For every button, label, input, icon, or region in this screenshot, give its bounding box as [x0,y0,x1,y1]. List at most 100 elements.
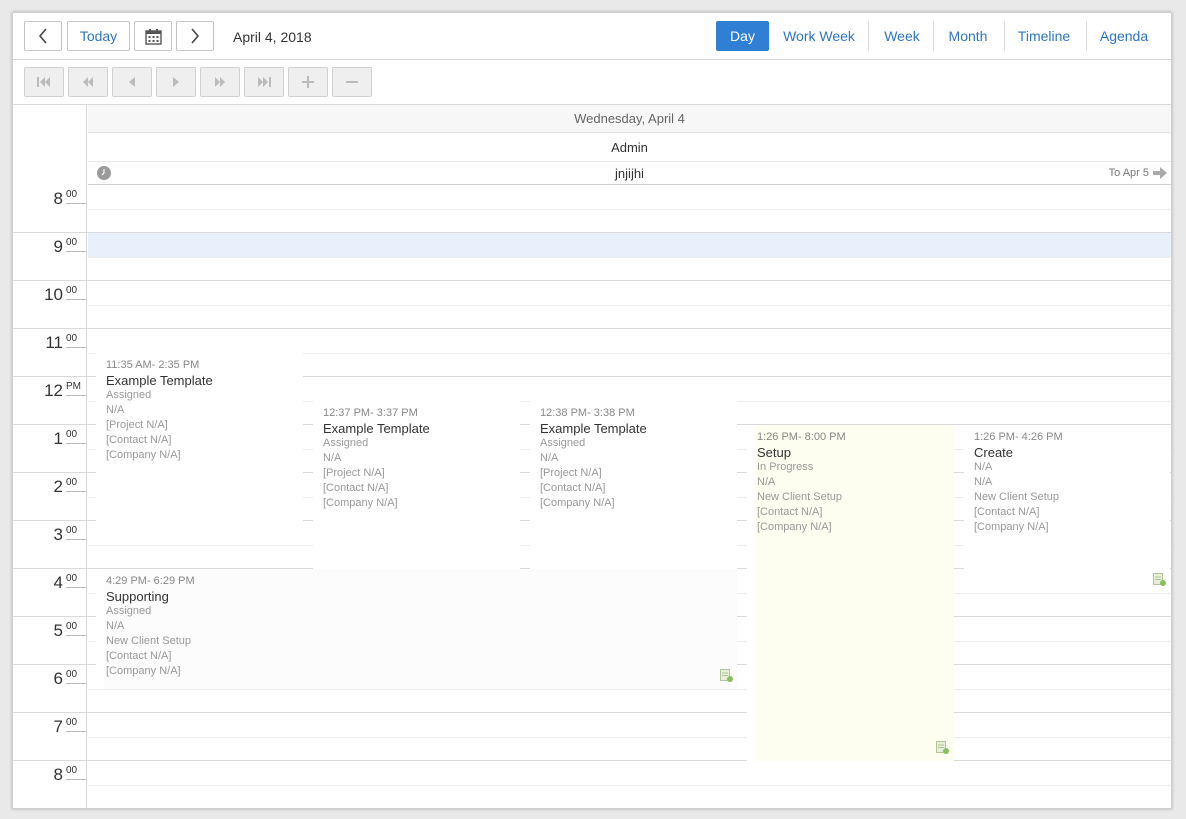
hour-label: 9 00 [13,233,87,281]
event-contact: [Contact N/A] [106,650,172,662]
hour-suffix: 00 [66,669,86,684]
navigation-toolbar [13,60,1171,105]
next-button[interactable] [176,21,214,51]
hour-row: 9 00 [13,233,1171,281]
hour-label: 10 00 [13,281,87,329]
tab-week[interactable]: Week [875,21,929,51]
event-project: [Project N/A] [323,467,385,479]
event-status: In Progress [757,461,814,473]
event-company: [Company N/A] [106,665,181,677]
tab-agenda[interactable]: Agenda [1091,21,1157,51]
hour-number: 5 [53,621,63,640]
tab-divider [933,21,934,51]
event-title: Supporting [106,589,169,604]
event-time: 11:35 AM- 2:35 PM [106,359,200,371]
hour-number: 1 [53,429,63,448]
scheduler-toolbar: Today April 4, 2018 Day Work Week Week M… [13,13,1171,60]
rewind-icon [83,77,93,87]
hour-number: 6 [53,669,63,688]
hour-suffix: 00 [66,237,86,252]
event-card[interactable]: 12:38 PM- 3:38 PM Example Template Assig… [530,401,737,569]
hour-number: 9 [53,237,63,256]
hour-suffix: 00 [66,621,86,636]
event-company: [Company N/A] [974,521,1049,533]
hour-suffix: 00 [66,477,86,492]
hour-number: 10 [44,285,63,304]
fast-forward-button[interactable] [200,67,240,97]
today-button[interactable]: Today [67,21,130,51]
chevron-right-icon [191,28,200,44]
hour-suffix: 00 [66,765,86,780]
tab-work-week[interactable]: Work Week [776,21,862,51]
event-contact: [Contact N/A] [106,434,172,446]
hour-label: 7 00 [13,713,87,761]
hour-label: 12 PM [13,377,87,425]
hour-line [13,808,1171,809]
hour-number: 8 [53,189,63,208]
event-card[interactable]: 1:26 PM- 4:26 PM Create N/A N/A New Clie… [964,425,1170,593]
hour-row: 8 00 [13,185,1171,233]
note-add-icon[interactable] [720,669,733,682]
hour-suffix: PM [66,381,86,396]
event-company: [Company N/A] [757,521,832,533]
half-hour-line [88,209,1171,210]
time-grid: 8 00 9 00 10 00 11 00 12 PM 1 00 2 00 3 00 4 00 5 00 6 00 7 00 8… [13,185,1171,809]
event-time: 4:29 PM- 6:29 PM [106,575,195,587]
tab-timeline[interactable]: Timeline [1009,21,1079,51]
event-card[interactable]: 11:35 AM- 2:35 PM Example Template Assig… [96,353,303,521]
note-add-icon[interactable] [936,741,949,754]
event-title: Create [974,445,1014,460]
calendar-picker-button[interactable] [134,21,172,51]
previous-button[interactable] [24,21,62,51]
event-card[interactable]: 12:37 PM- 3:37 PM Example Template Assig… [313,401,520,569]
step-back-button[interactable] [112,67,152,97]
hour-number: 12 [44,381,63,400]
tab-day[interactable]: Day [716,21,769,51]
plus-icon [302,76,314,88]
zoom-in-button[interactable] [288,67,328,97]
event-time: 1:26 PM- 4:26 PM [974,431,1063,443]
event-bar [313,401,321,569]
hour-number: 4 [53,573,63,592]
event-detail: N/A [106,620,125,632]
event-card[interactable]: 4:29 PM- 6:29 PM Supporting Assigned N/A… [96,569,737,689]
event-detail: N/A [106,404,125,416]
event-title: Setup [757,445,791,460]
event-project: [Project N/A] [540,467,602,479]
all-day-event[interactable]: jnjijhi [88,166,1171,181]
hour-label: 11 00 [13,329,87,377]
event-status: Assigned [106,389,152,401]
event-bar [530,401,538,569]
hour-label: 5 00 [13,617,87,665]
half-hour-line [88,689,1171,690]
half-hour-line [88,785,1171,786]
day-header: Wednesday, April 4 [88,105,1171,133]
hour-label: 2 00 [13,473,87,521]
continues-link[interactable]: To Apr 5 [1109,167,1167,179]
event-status: Assigned [540,437,586,449]
hour-row: 10 00 [13,281,1171,329]
fast-back-button[interactable] [68,67,108,97]
tab-divider [1086,21,1087,51]
event-company: [Company N/A] [540,497,615,509]
event-card[interactable]: 1:26 PM- 8:00 PM Setup In Progress N/A N… [747,425,954,761]
event-project: New Client Setup [106,635,191,647]
last-button[interactable] [244,67,284,97]
zoom-out-button[interactable] [332,67,372,97]
event-time: 12:37 PM- 3:37 PM [323,407,418,419]
fast-forward-icon [215,77,225,87]
hour-row: 8 00 [13,761,1171,809]
hour-label: 1 00 [13,425,87,473]
half-hour-line [88,257,1171,258]
hour-suffix: 00 [66,429,86,444]
event-title: Example Template [323,421,430,436]
first-button[interactable] [24,67,64,97]
tab-month[interactable]: Month [939,21,997,51]
scheduler: Today April 4, 2018 Day Work Week Week M… [12,12,1172,809]
current-date-label: April 4, 2018 [233,29,312,45]
triangle-right-icon [173,77,179,87]
note-add-icon[interactable] [1153,573,1166,586]
hour-label: 4 00 [13,569,87,617]
skip-last-icon [258,77,271,87]
step-forward-button[interactable] [156,67,196,97]
